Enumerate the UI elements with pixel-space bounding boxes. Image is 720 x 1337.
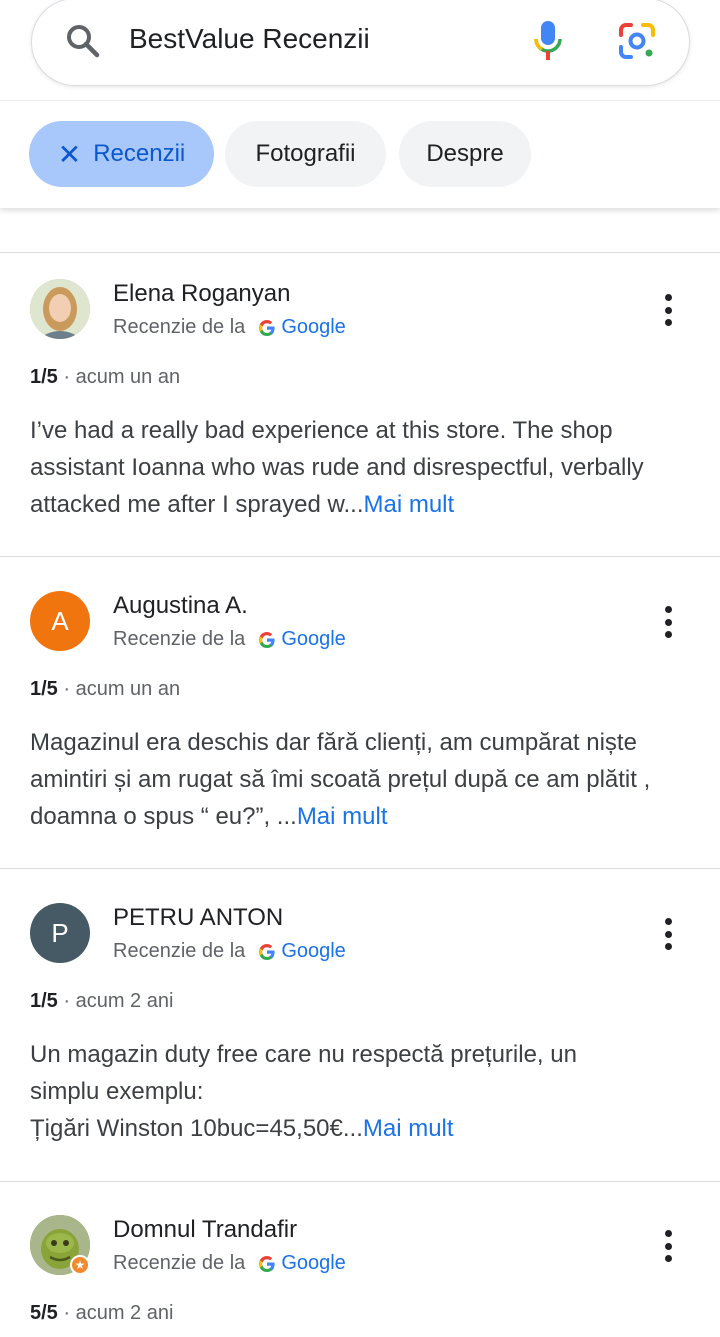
rating-value: 1/5	[30, 678, 58, 700]
review-source: Recenzie de la Google	[113, 316, 346, 339]
reviewer-name[interactable]: PETRU ANTON	[113, 904, 283, 932]
source-prefix: Recenzie de la	[113, 628, 246, 650]
profile-photo	[30, 279, 90, 339]
chip-fotografii-label: Fotografii	[255, 140, 356, 167]
review-time: · acum un an	[63, 678, 181, 700]
reviewer-name[interactable]: Domnul Trandafir	[113, 1216, 297, 1244]
review-time: · acum un an	[63, 366, 181, 388]
microphone-icon[interactable]	[531, 19, 565, 63]
source-prefix: Recenzie de la	[113, 1252, 246, 1274]
avatar[interactable]: P	[30, 903, 90, 963]
chip-despre[interactable]: Despre	[399, 121, 531, 187]
review-text-block: Un magazin duty free care nu respectă pr…	[30, 1036, 692, 1147]
review-rating-line: 1/5 · acum un an	[30, 678, 180, 701]
more-link[interactable]: Mai mult	[297, 803, 388, 830]
avatar[interactable]: ★	[30, 1215, 90, 1275]
google-g-icon	[259, 631, 275, 648]
divider	[0, 556, 720, 557]
review-source: Recenzie de la Google	[113, 1252, 346, 1275]
source-brand: Google	[281, 316, 346, 338]
review-text-block: I’ve had a really bad experience at this…	[30, 412, 692, 523]
more-options-icon[interactable]	[654, 1226, 682, 1266]
review-text: Un magazin duty free care nu respectă pr…	[30, 1041, 577, 1105]
avatar-letter: A	[51, 605, 69, 636]
review-rating-line: 5/5 · acum 2 ani	[30, 1302, 173, 1325]
review-text: I’ve had a really bad experience at this…	[30, 417, 644, 518]
rating-value: 1/5	[30, 990, 58, 1012]
close-icon[interactable]: ✕	[58, 138, 81, 171]
more-link[interactable]: Mai mult	[363, 1115, 454, 1142]
divider	[0, 868, 720, 869]
review-source: Recenzie de la Google	[113, 940, 346, 963]
search-header: BestValue Recenzii ✕ Recenzii Fotografii…	[0, 0, 720, 208]
chip-recenzii[interactable]: ✕ Recenzii	[29, 121, 214, 187]
google-g-icon	[259, 943, 275, 960]
more-options-icon[interactable]	[654, 602, 682, 642]
rating-value: 5/5	[30, 1302, 58, 1324]
chip-recenzii-label: Recenzii	[93, 140, 186, 167]
avatar[interactable]	[30, 279, 90, 339]
source-brand: Google	[281, 1252, 346, 1274]
review-source: Recenzie de la Google	[113, 628, 346, 651]
google-g-icon	[259, 319, 275, 336]
reviewer-name[interactable]: Augustina A.	[113, 592, 248, 620]
header-divider	[0, 100, 720, 101]
more-link[interactable]: Mai mult	[364, 491, 455, 518]
source-brand: Google	[281, 940, 346, 962]
review-time: · acum 2 ani	[63, 990, 174, 1012]
local-guide-badge-icon: ★	[70, 1255, 90, 1275]
more-options-icon[interactable]	[654, 290, 682, 330]
avatar[interactable]: A	[30, 591, 90, 651]
google-lens-icon[interactable]	[617, 21, 657, 61]
divider	[0, 1181, 720, 1182]
review-rating-line: 1/5 · acum 2 ani	[30, 990, 173, 1013]
reviewer-name[interactable]: Elena Roganyan	[113, 280, 290, 308]
google-g-icon	[259, 1255, 275, 1272]
review-text: Țigări Winston 10buc=45,50€...	[30, 1115, 363, 1142]
more-options-icon[interactable]	[654, 914, 682, 954]
review-text-block: Magazinul era deschis dar fără clienți, …	[30, 724, 692, 835]
review-time: · acum 2 ani	[63, 1302, 174, 1324]
search-box[interactable]: BestValue Recenzii	[31, 0, 690, 86]
rating-value: 1/5	[30, 366, 58, 388]
review-rating-line: 1/5 · acum un an	[30, 366, 180, 389]
chip-despre-label: Despre	[426, 140, 504, 167]
chip-fotografii[interactable]: Fotografii	[225, 121, 386, 187]
source-prefix: Recenzie de la	[113, 316, 246, 338]
source-prefix: Recenzie de la	[113, 940, 246, 962]
review-text-line2: Țigări Winston 10buc=45,50€...Mai mult	[30, 1110, 692, 1147]
divider	[0, 252, 720, 253]
avatar-letter: P	[51, 917, 69, 948]
search-icon[interactable]	[63, 21, 103, 61]
source-brand: Google	[281, 628, 346, 650]
search-query[interactable]: BestValue Recenzii	[129, 23, 370, 55]
